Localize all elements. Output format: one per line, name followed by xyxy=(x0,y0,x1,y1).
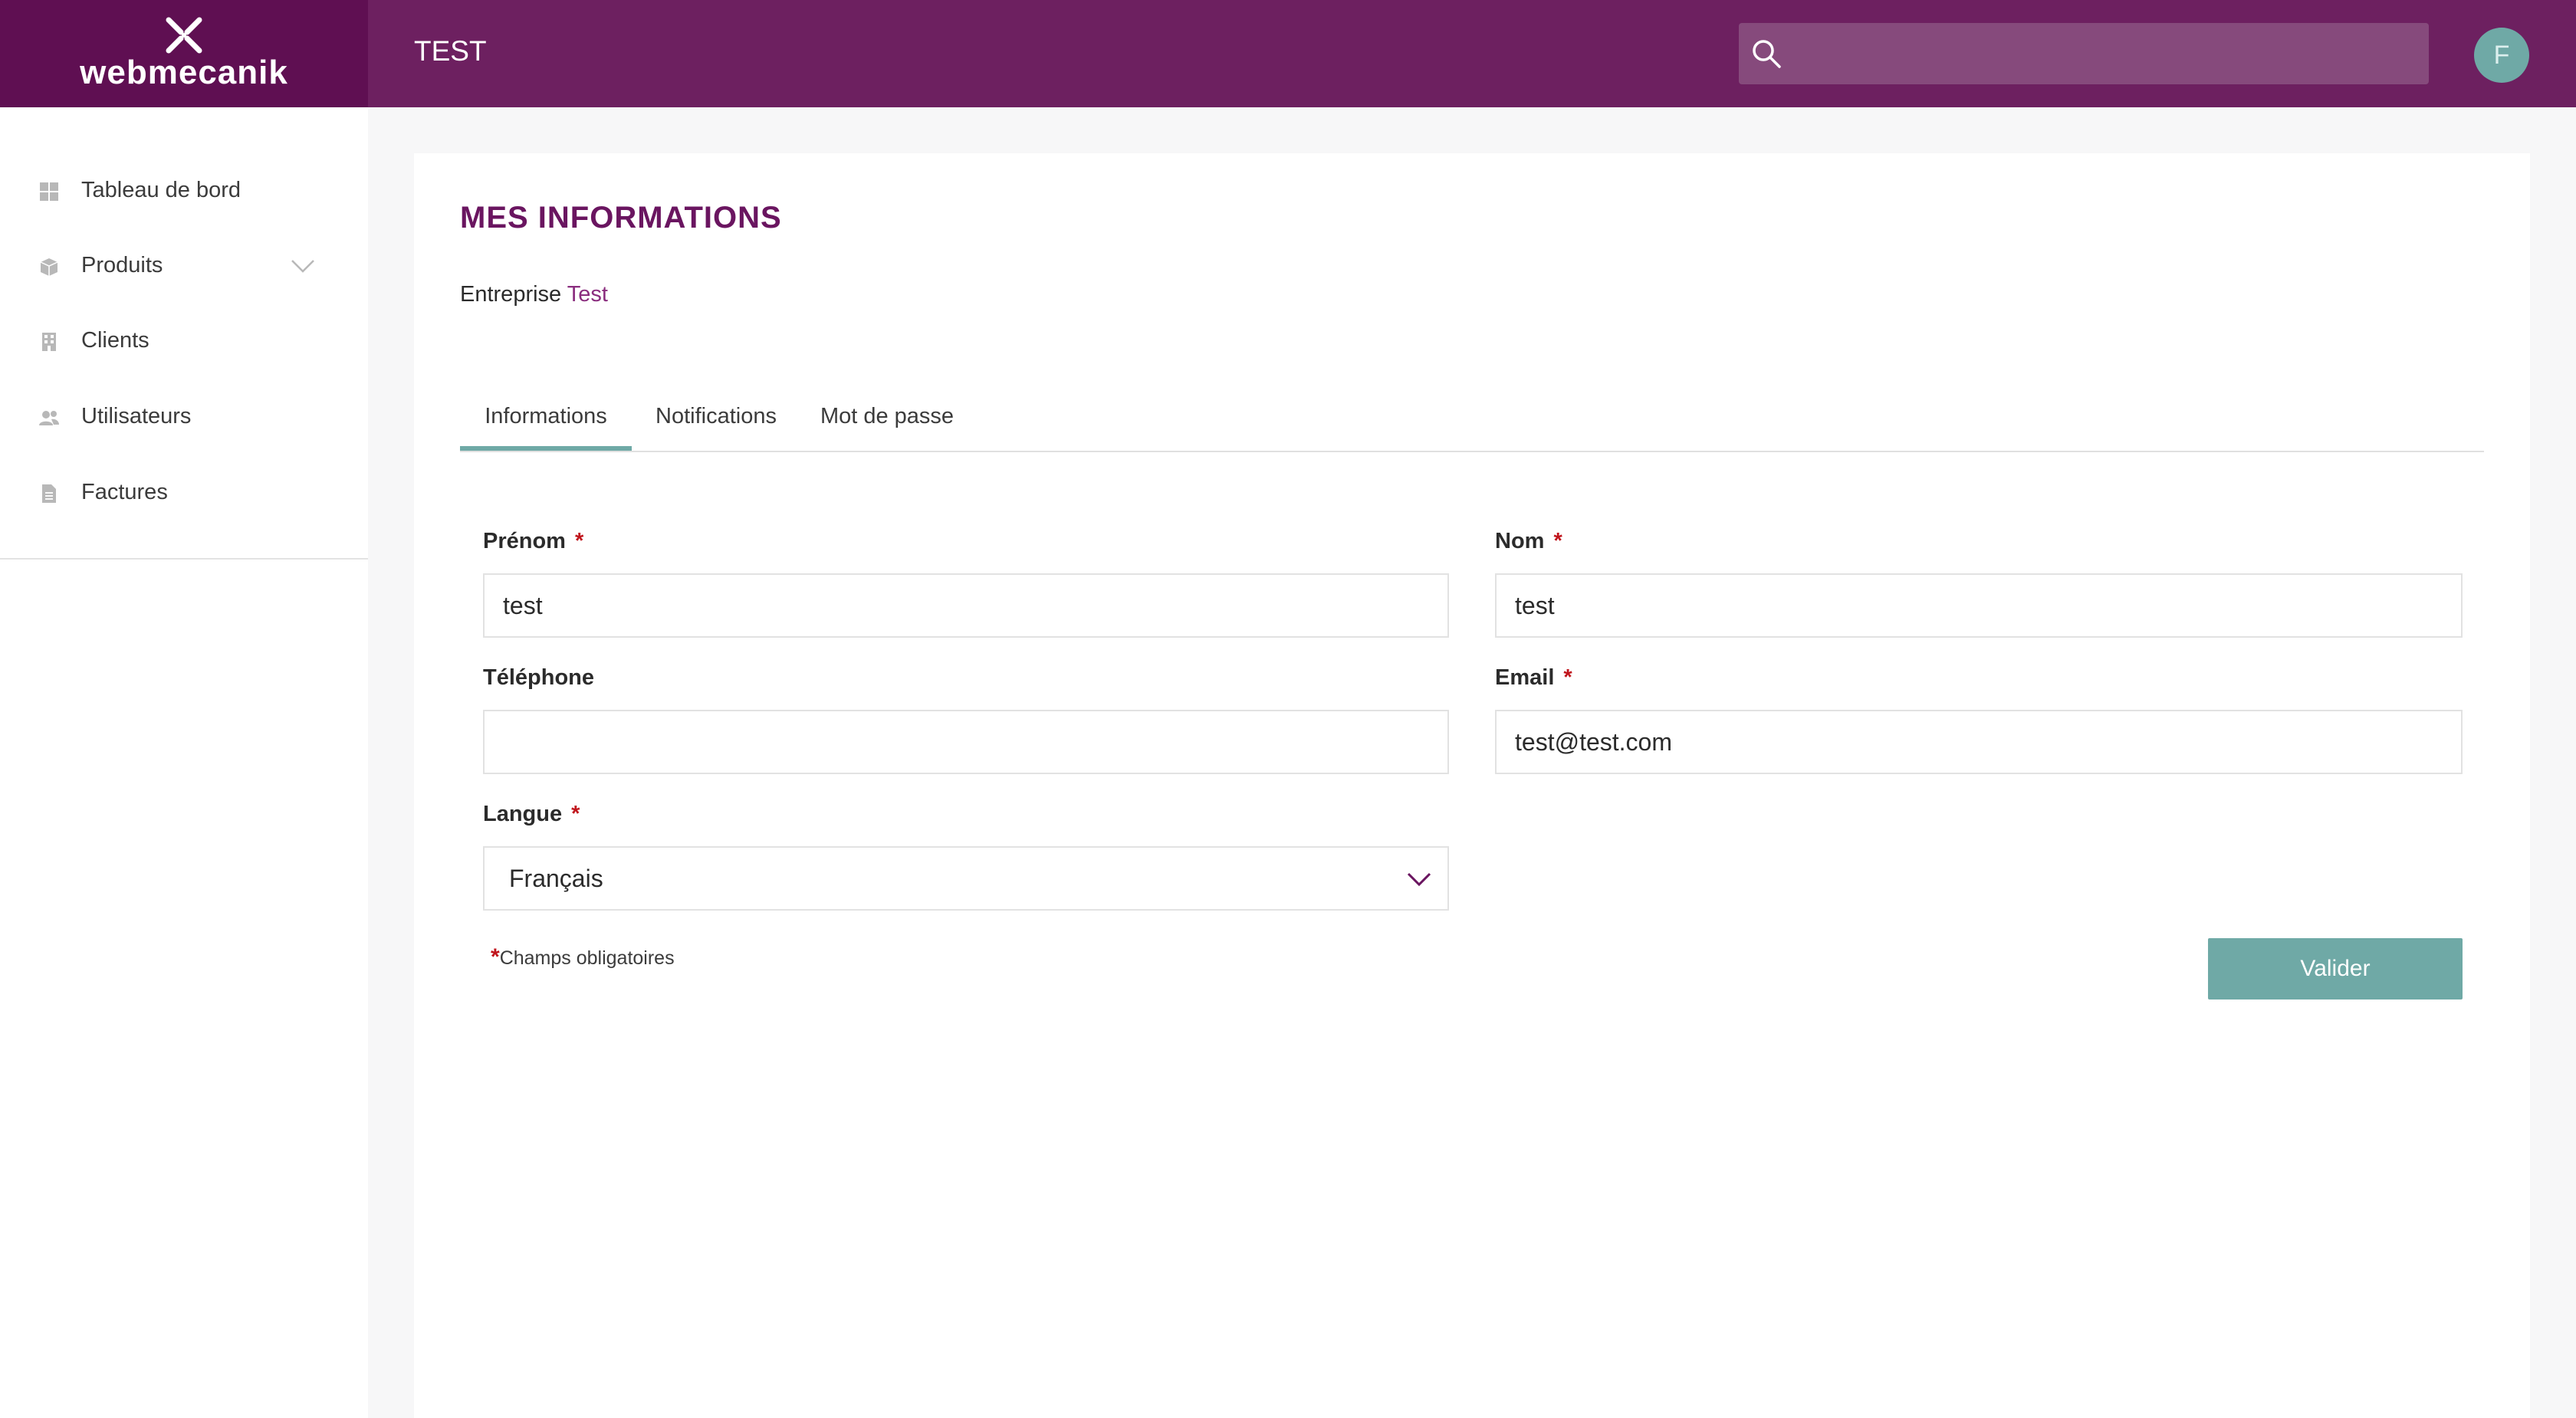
prenom-label: Prénom * xyxy=(483,529,583,554)
sidebar-item-clients[interactable]: Clients xyxy=(0,311,368,373)
nom-input[interactable] xyxy=(1495,573,2463,638)
sidebar-item-label: Produits xyxy=(81,253,163,277)
search-icon[interactable] xyxy=(1750,37,1783,71)
main-card: MES INFORMATIONS Entreprise Test Informa… xyxy=(414,153,2530,1418)
required-mark: * xyxy=(1563,665,1572,690)
company-name[interactable]: Test xyxy=(567,282,608,307)
telephone-label: Téléphone xyxy=(483,665,594,691)
sidebar-item-invoices[interactable]: Factures xyxy=(0,463,368,524)
sidebar-nav: Tableau de bord Produits Clients Utilisa… xyxy=(0,107,368,560)
tab-password[interactable]: Mot de passe xyxy=(800,391,974,451)
chevron-down-icon xyxy=(1407,872,1431,887)
submit-button[interactable]: Valider xyxy=(2208,938,2463,999)
sidebar-item-dashboard[interactable]: Tableau de bord xyxy=(0,161,368,222)
sidebar-item-label: Tableau de bord xyxy=(81,178,241,202)
nom-label-text: Nom xyxy=(1495,529,1545,553)
app-title: TEST xyxy=(414,35,487,67)
tab-bar: Informations Notifications Mot de passe xyxy=(460,391,2484,452)
sidebar-item-label: Factures xyxy=(81,480,168,504)
prenom-input[interactable] xyxy=(483,573,1449,638)
webmecanik-mark-icon xyxy=(166,17,202,54)
required-mark: * xyxy=(491,944,500,970)
email-label-text: Email xyxy=(1495,665,1555,690)
sidebar: Tableau de bord Produits Clients Utilisa… xyxy=(0,107,368,1418)
search-box[interactable] xyxy=(1739,23,2429,84)
box-icon xyxy=(40,258,58,276)
document-icon xyxy=(42,484,56,503)
nom-label: Nom * xyxy=(1495,529,1562,554)
langue-selected-value: Français xyxy=(509,865,603,892)
email-input[interactable] xyxy=(1495,710,2463,774)
logo-text: webmecanik xyxy=(80,54,288,91)
telephone-input[interactable] xyxy=(483,710,1449,774)
required-mark: * xyxy=(574,529,584,553)
email-label: Email * xyxy=(1495,665,1572,691)
logo[interactable]: webmecanik xyxy=(0,0,368,107)
required-mark: * xyxy=(571,802,580,826)
tab-informations[interactable]: Informations xyxy=(460,391,632,451)
users-icon xyxy=(39,411,59,425)
sidebar-item-products[interactable]: Produits xyxy=(0,236,368,297)
building-icon xyxy=(42,333,56,351)
company-line: Entreprise Test xyxy=(460,282,608,307)
required-fields-note: *Champs obligatoires xyxy=(491,944,675,970)
prenom-label-text: Prénom xyxy=(483,529,566,553)
langue-label: Langue * xyxy=(483,802,580,827)
sidebar-item-label: Clients xyxy=(81,328,150,353)
company-label: Entreprise xyxy=(460,282,562,307)
tab-notifications[interactable]: Notifications xyxy=(632,391,800,451)
top-bar: webmecanik TEST F xyxy=(0,0,2576,107)
chevron-down-icon[interactable] xyxy=(290,258,316,274)
user-avatar[interactable]: F xyxy=(2474,28,2529,83)
page-title: MES INFORMATIONS xyxy=(460,201,782,235)
required-mark: * xyxy=(1553,529,1562,553)
dashboard-icon xyxy=(40,182,58,201)
sidebar-item-users[interactable]: Utilisateurs xyxy=(0,387,368,448)
telephone-label-text: Téléphone xyxy=(483,665,595,690)
langue-label-text: Langue xyxy=(483,802,563,826)
langue-select[interactable]: Français xyxy=(483,846,1449,911)
sidebar-item-label: Utilisateurs xyxy=(81,404,192,428)
required-note-text: Champs obligatoires xyxy=(499,947,675,969)
